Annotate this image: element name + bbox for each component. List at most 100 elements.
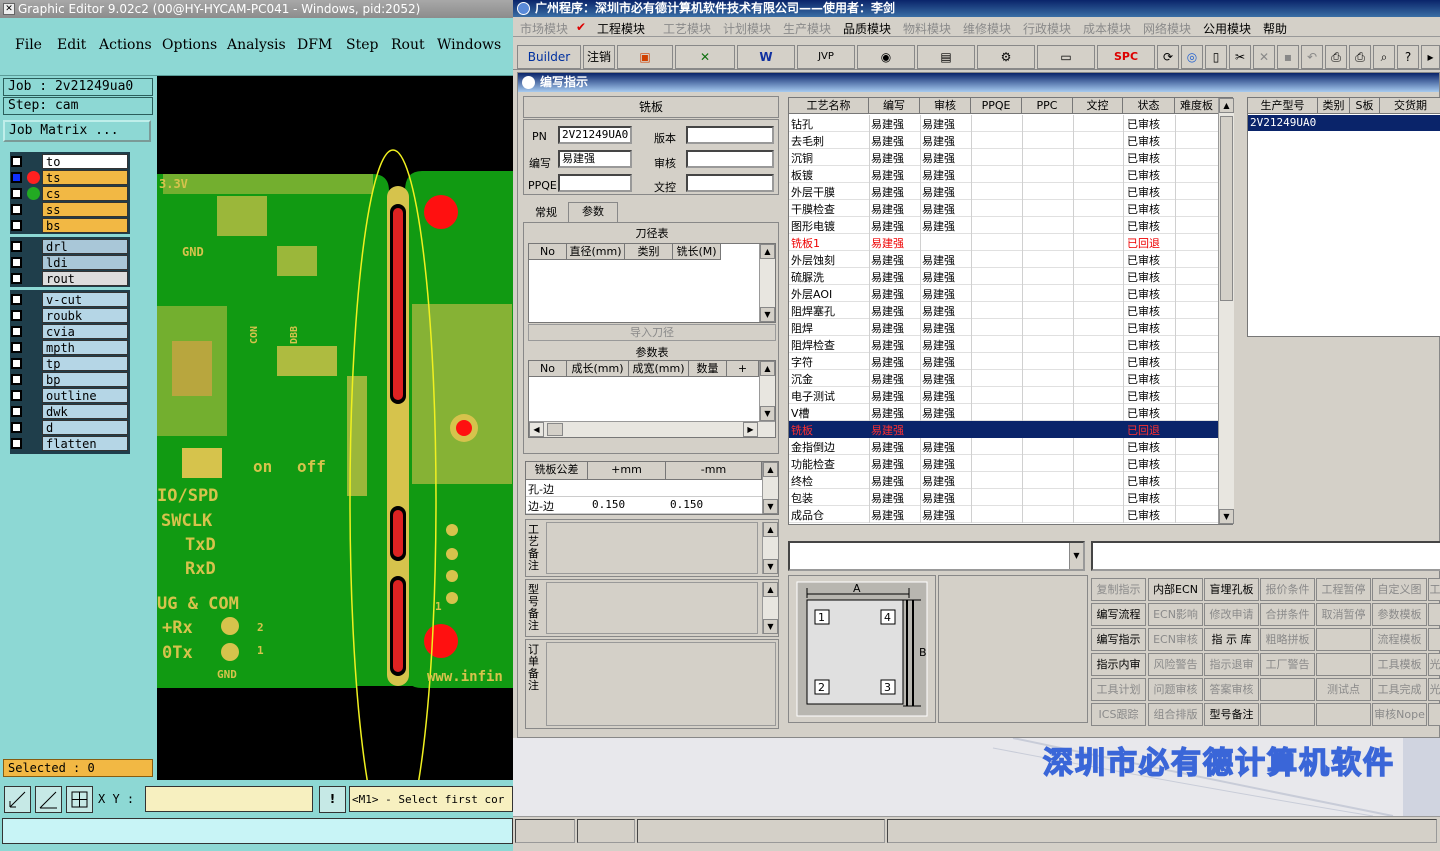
menu-step[interactable]: Step	[346, 37, 378, 53]
layer-row-bp[interactable]: bp	[8, 372, 128, 387]
action-button[interactable]: 报价条件	[1260, 578, 1315, 601]
action-button[interactable]: 参数模板	[1372, 603, 1427, 626]
ppt-icon[interactable]: ▣	[617, 45, 673, 69]
action-button[interactable]: 型号备注	[1204, 703, 1259, 726]
product-table[interactable]: 生产型号 类别 S板 交货期 2V21249UA0	[1247, 97, 1440, 337]
undo-icon[interactable]: ↶	[1301, 45, 1323, 69]
layer-checkbox[interactable]	[11, 326, 22, 337]
browser-icon[interactable]: ◎	[1181, 45, 1203, 69]
process-row[interactable]: 干膜检查 易建强 易建强 已审核	[789, 200, 1220, 217]
more-icon[interactable]: ▸	[1421, 45, 1440, 69]
doc-control-field[interactable]	[686, 174, 774, 192]
remark-textarea[interactable]	[546, 642, 776, 726]
menu-plan[interactable]: 计划模块	[723, 20, 771, 37]
preview-icon[interactable]: ⎙	[1325, 45, 1347, 69]
process-row[interactable]: 字符 易建强 易建强 已审核	[789, 353, 1220, 370]
process-row[interactable]: 阻焊塞孔 易建强 易建强 已审核	[789, 302, 1220, 319]
process-scroll-thumb[interactable]	[1220, 116, 1233, 301]
action-button[interactable]	[1260, 678, 1315, 701]
action-button[interactable]: 答案审核	[1204, 678, 1259, 701]
product-col-header[interactable]: 类别	[1318, 98, 1350, 114]
process-col-header[interactable]: 工艺名称	[789, 98, 869, 114]
layer-checkbox[interactable]	[11, 257, 22, 268]
process-row[interactable]: 包装 易建强 易建强 已审核	[789, 489, 1220, 506]
process-row[interactable]: 金指倒边 易建强 易建强 已审核	[789, 438, 1220, 455]
xy-input[interactable]	[145, 786, 313, 812]
action-button[interactable]: 审核Nope	[1372, 703, 1427, 726]
process-col-header[interactable]: 审核	[920, 98, 971, 114]
menu-process[interactable]: 工艺模块	[663, 20, 711, 37]
builder-button[interactable]: Builder	[517, 45, 581, 69]
scroll-up-icon[interactable]: ▲	[760, 244, 775, 259]
tolerance-table[interactable]: 铣板公差 +mm -mm 孔-边 边-边 0.150 0.150 ▲ ▼	[525, 461, 779, 515]
layer-row-mpth[interactable]: mpth	[8, 340, 128, 355]
scroll-down-icon[interactable]: ▼	[760, 307, 775, 322]
review-field[interactable]	[686, 150, 774, 168]
layer-checkbox[interactable]	[11, 374, 22, 385]
process-col-header[interactable]: 文控	[1073, 98, 1123, 114]
layer-row-drl[interactable]: drl	[8, 239, 128, 254]
layer-checkbox[interactable]	[11, 188, 22, 199]
help-icon[interactable]: ?	[1397, 45, 1419, 69]
tools-icon[interactable]: ⚙	[977, 45, 1035, 69]
jvp-button[interactable]: JVP	[797, 45, 855, 69]
menu-engineering[interactable]: 工程模块	[597, 20, 645, 37]
layer-checkbox[interactable]	[11, 273, 22, 284]
process-row[interactable]: 铣板 易建强 已回退	[789, 421, 1220, 438]
measure-button[interactable]	[35, 786, 62, 813]
process-row[interactable]: 外层AOI 易建强 易建强 已审核	[789, 285, 1220, 302]
menu-file[interactable]: File	[15, 37, 42, 53]
action-button[interactable]	[1428, 703, 1440, 726]
eye-icon[interactable]: ◉	[857, 45, 915, 69]
action-button[interactable]: 风险警告	[1148, 653, 1203, 676]
action-button[interactable]	[1316, 628, 1371, 651]
process-col-header[interactable]: 难度板	[1175, 98, 1219, 114]
action-button[interactable]: 工具模板	[1372, 653, 1427, 676]
info-button[interactable]: !	[319, 786, 346, 813]
writer-field[interactable]: 易建强	[558, 150, 632, 168]
scroll-down-icon[interactable]: ▼	[1219, 509, 1234, 524]
process-row[interactable]: 沉铜 易建强 易建强 已审核	[789, 149, 1220, 166]
word-icon[interactable]: W	[737, 45, 795, 69]
layer-checkbox[interactable]	[11, 172, 22, 183]
command-line[interactable]	[2, 818, 513, 844]
computer-icon[interactable]: ▭	[1037, 45, 1095, 69]
tolerance-row[interactable]: 孔-边	[526, 480, 762, 497]
layer-row-roubk[interactable]: roubk	[8, 308, 128, 323]
action-button[interactable]: 指 示 库	[1204, 628, 1259, 651]
scroll-down-icon[interactable]: ▼	[763, 499, 778, 514]
menu-market[interactable]: 市场模块	[520, 20, 568, 37]
action-button[interactable]: ECN影响	[1148, 603, 1203, 626]
layer-row-ldi[interactable]: ldi	[8, 255, 128, 270]
layer-row-flatten[interactable]: flatten	[8, 436, 128, 451]
action-button[interactable]: 合拼条件	[1260, 603, 1315, 626]
action-button[interactable]: 组合排版	[1148, 703, 1203, 726]
layer-row-cvia[interactable]: cvia	[8, 324, 128, 339]
process-row[interactable]: 钻孔 易建强 易建强 已审核	[789, 115, 1220, 132]
zoom-fit-button[interactable]	[4, 786, 31, 813]
cut-icon[interactable]: ✂	[1229, 45, 1251, 69]
layer-checkbox[interactable]	[11, 438, 22, 449]
layer-checkbox[interactable]	[11, 310, 22, 321]
param-table[interactable]: No 成长(mm) 成宽(mm) 数量 + ▲ ▼ ◀ ▶	[528, 360, 776, 438]
tab-params[interactable]: 参数	[568, 202, 618, 222]
scroll-up-icon[interactable]: ▲	[763, 522, 778, 537]
action-button[interactable]: 取消暂停	[1316, 603, 1371, 626]
tool-table-scrollbar[interactable]: ▲ ▼	[759, 244, 775, 322]
layer-checkbox[interactable]	[11, 422, 22, 433]
layer-checkbox[interactable]	[11, 241, 22, 252]
process-col-header[interactable]: 编写	[869, 98, 920, 114]
action-button[interactable]: 工厂警告	[1260, 653, 1315, 676]
process-row[interactable]: 铣板1 易建强 已回退	[789, 234, 1220, 251]
remark-scrollbar[interactable]: ▲ ▼	[762, 522, 778, 574]
import-tool-button[interactable]: 导入刀径	[528, 324, 776, 341]
action-button[interactable]: 工	[1428, 578, 1440, 601]
action-button[interactable]: 工程暂停	[1316, 578, 1371, 601]
action-button[interactable]: 工具完成	[1372, 678, 1427, 701]
process-row[interactable]: 电子测试 易建强 易建强 已审核	[789, 387, 1220, 404]
process-row[interactable]: 去毛刺 易建强 易建强 已审核	[789, 132, 1220, 149]
menu-cost[interactable]: 成本模块	[1083, 20, 1131, 37]
layer-row-v-cut[interactable]: v-cut	[8, 292, 128, 307]
action-button[interactable]: 自定义图	[1372, 578, 1427, 601]
product-row[interactable]: 2V21249UA0	[1248, 115, 1440, 131]
